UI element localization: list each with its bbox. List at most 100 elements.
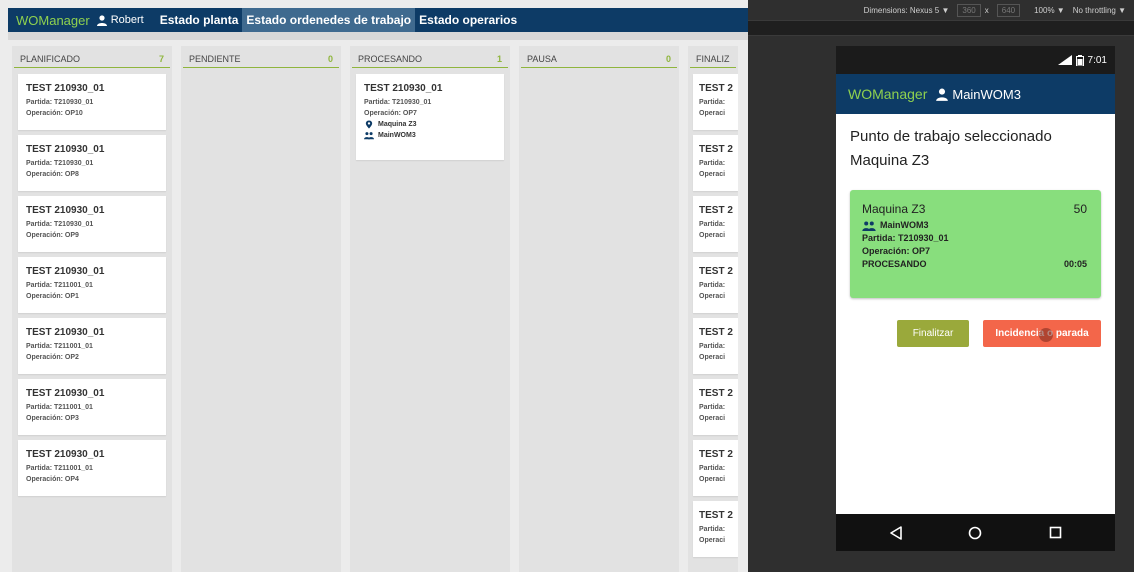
card-operator-label: MainWOM3: [378, 132, 416, 139]
work-order-card[interactable]: TEST 210930_01 Partida: T211001_01 Opera…: [18, 440, 166, 496]
devtools-panel: Dimensions: Nexus 5 ▼ 360 x 640 100% ▼ N…: [748, 0, 1134, 572]
card-operacion: Operaci: [699, 537, 726, 544]
people-icon: [862, 221, 876, 231]
mobile-user-name: MainWOM3: [952, 86, 1021, 102]
card-title: TEST 210930_01: [26, 83, 105, 94]
active-order-card[interactable]: Maquina Z3 50 MainWOM3 Partida: T210930_…: [850, 190, 1101, 298]
work-order-card[interactable]: TEST 210930_01 Partida: T210930_01 Opera…: [356, 74, 504, 160]
card-operacion: Operaci: [699, 354, 726, 361]
active-status-row: PROCESANDO 00:05: [862, 258, 1087, 271]
card-title: TEST 2: [699, 449, 733, 460]
card-partida: Partida:: [699, 343, 726, 350]
card-operacion: Operaci: [699, 293, 726, 300]
card-operacion: Operación: OP2: [26, 354, 79, 361]
work-order-card[interactable]: TEST 210930_01 Partida: T211001_01 Opera…: [18, 379, 166, 435]
card-partida: Partida:: [699, 282, 726, 289]
card-title: TEST 210930_01: [26, 327, 105, 338]
card-operacion: Operaci: [699, 110, 726, 117]
column-title: FINALIZ: [696, 54, 730, 64]
work-order-card[interactable]: TEST 2 Partida: Operaci: [693, 318, 738, 374]
card-operacion: Operación: OP9: [26, 232, 79, 239]
width-input[interactable]: 360: [957, 3, 981, 17]
workstation-machine: Maquina Z3: [850, 152, 930, 169]
status-bar: 7:01: [836, 46, 1115, 74]
work-order-card[interactable]: TEST 210930_01 Partida: T210930_01 Opera…: [18, 135, 166, 191]
back-triangle-icon[interactable]: [884, 521, 908, 545]
recent-square-icon[interactable]: [1043, 521, 1067, 545]
android-nav-bar: [836, 514, 1115, 551]
mobile-brand[interactable]: WOManager: [848, 86, 927, 102]
battery-icon: [1075, 54, 1084, 66]
throttle-select[interactable]: No throttling ▼: [1073, 6, 1126, 15]
card-partida: Partida: T211001_01: [26, 404, 93, 411]
card-partida: Partida: T211001_01: [26, 343, 93, 350]
work-order-card[interactable]: TEST 210930_01 Partida: T211001_01 Opera…: [18, 257, 166, 313]
device-select[interactable]: Dimensions: Nexus 5 ▼: [864, 6, 950, 15]
height-input[interactable]: 640: [996, 3, 1021, 17]
card-title: TEST 2: [699, 144, 733, 155]
active-quantity: 50: [1073, 202, 1087, 216]
person-icon: [936, 88, 949, 101]
card-title: TEST 2: [699, 266, 733, 277]
tab-estado-operarios[interactable]: Estado operarios: [415, 8, 521, 32]
card-partida: Partida:: [699, 99, 726, 106]
top-navbar: WOManager Robert Estado planta Estado or…: [8, 8, 748, 32]
card-partida: Partida: T210930_01: [26, 99, 94, 106]
column-count: 7: [158, 54, 164, 64]
card-partida: Partida: T210930_01: [26, 160, 94, 167]
work-order-card[interactable]: TEST 2 Partida: Operaci: [693, 74, 738, 130]
home-circle-icon[interactable]: [963, 521, 987, 545]
card-title: TEST 210930_01: [26, 144, 105, 155]
column-count: 1: [496, 54, 502, 64]
work-order-card[interactable]: TEST 210930_01 Partida: T210930_01 Opera…: [18, 74, 166, 130]
column-title: PROCESANDO: [358, 54, 423, 64]
finalize-button[interactable]: Finalitzar: [897, 320, 969, 347]
card-partida: Partida:: [699, 526, 726, 533]
column-title: PENDIENTE: [189, 54, 241, 64]
kanban-board: PLANIFICADO 7 TEST 210930_01 Partida: T2…: [12, 46, 738, 572]
card-operacion: Operaci: [699, 415, 726, 422]
user-menu[interactable]: Robert: [96, 14, 144, 26]
mobile-user-menu[interactable]: MainWOM3: [935, 87, 1021, 102]
column-finalizado: FINALIZ TEST 2 Partida: Operaci TEST 2 P…: [688, 46, 738, 572]
device-toolbar: Dimensions: Nexus 5 ▼ 360 x 640 100% ▼ N…: [748, 0, 1134, 20]
tab-estado-ordenes[interactable]: Estado ordenedes de trabajo: [242, 8, 416, 32]
touch-cursor: [1039, 328, 1053, 342]
person-icon: [96, 14, 107, 26]
active-timer: 00:05: [1063, 259, 1087, 269]
signal-icon: [1057, 55, 1072, 65]
card-title: TEST 2: [699, 510, 733, 521]
web-app: WOManager Robert Estado planta Estado or…: [0, 0, 748, 572]
user-name: Robert: [110, 14, 144, 26]
work-order-card[interactable]: TEST 210930_01 Partida: T210930_01 Opera…: [18, 196, 166, 252]
work-order-card[interactable]: TEST 2 Partida: Operaci: [693, 379, 738, 435]
card-title: TEST 2: [699, 205, 733, 216]
column-procesando: PROCESANDO 1 TEST 210930_01 Partida: T21…: [350, 46, 510, 572]
work-order-card[interactable]: TEST 2 Partida: Operaci: [693, 196, 738, 252]
work-order-card[interactable]: TEST 2 Partida: Operaci: [693, 440, 738, 496]
phone-emulator: 7:01 WOManager MainWOM3 Punto de trabajo…: [836, 46, 1115, 551]
brand-logo[interactable]: WOManager: [16, 13, 90, 28]
active-operacion: Operación: OP7: [862, 246, 931, 256]
incident-button[interactable]: Incidencia o parada: [983, 320, 1101, 347]
mobile-app-bar: WOManager MainWOM3: [836, 74, 1115, 114]
column-count: 0: [665, 54, 671, 64]
zoom-select[interactable]: 100% ▼: [1034, 6, 1065, 15]
card-partida: Partida: T210930_01: [364, 99, 432, 106]
card-operacion: Operaci: [699, 232, 726, 239]
active-order-header: Maquina Z3 50: [862, 202, 1087, 216]
card-partida: Partida: T211001_01: [26, 465, 93, 472]
tab-estado-planta[interactable]: Estado planta: [156, 8, 243, 32]
column-pausa: PAUSA 0: [519, 46, 679, 572]
work-order-card[interactable]: TEST 2 Partida: Operaci: [693, 501, 738, 557]
column-header: PROCESANDO 1: [352, 46, 508, 68]
card-partida: Partida:: [699, 465, 726, 472]
mobile-screen: Punto de trabajo seleccionado Maquina Z3…: [836, 114, 1115, 514]
dimension-separator: x: [984, 5, 989, 15]
work-order-card[interactable]: TEST 2 Partida: Operaci: [693, 135, 738, 191]
work-order-card[interactable]: TEST 210930_01 Partida: T211001_01 Opera…: [18, 318, 166, 374]
workstation-title: Punto de trabajo seleccionado: [850, 128, 1052, 145]
work-order-card[interactable]: TEST 2 Partida: Operaci: [693, 257, 738, 313]
active-operator-label: MainWOM3: [880, 220, 929, 230]
active-status: PROCESANDO: [862, 259, 927, 269]
